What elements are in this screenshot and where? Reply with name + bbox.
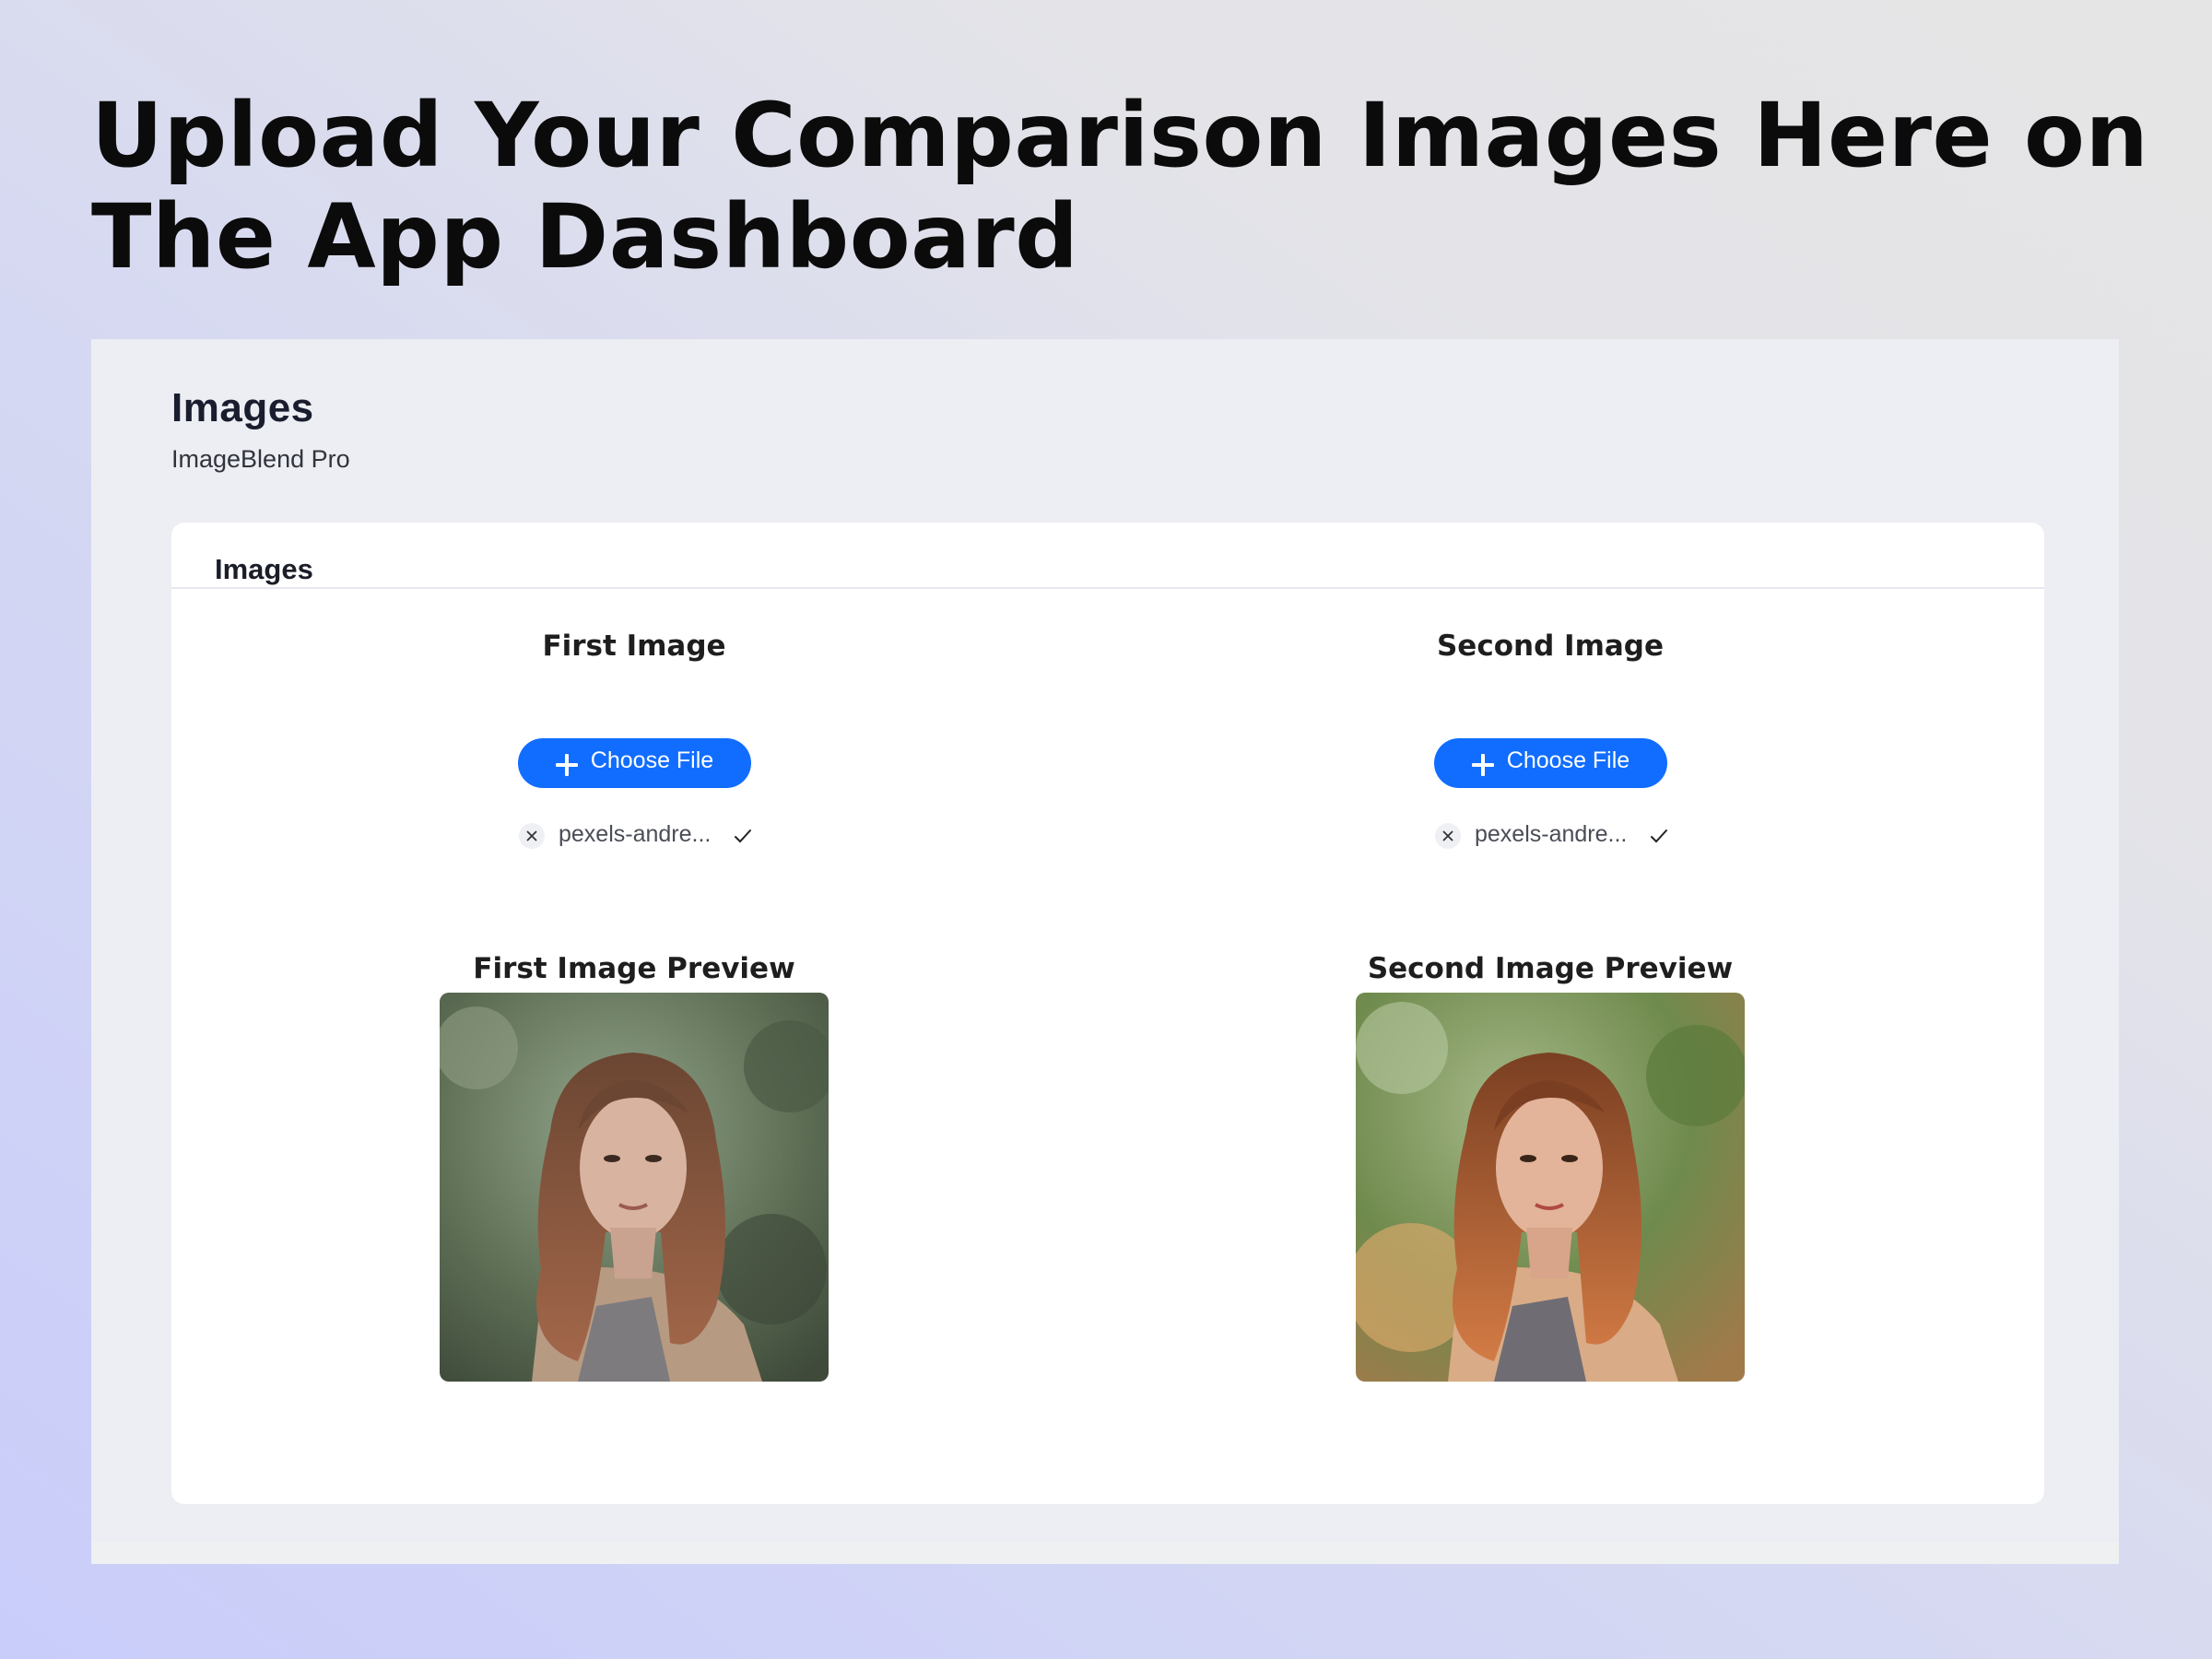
first-preview-heading: First Image Preview <box>473 952 795 985</box>
first-file-row: pexels-andre... <box>519 818 759 854</box>
second-filename: pexels-andre... <box>1475 821 1628 847</box>
second-file-row: pexels-andre... <box>1435 818 1675 854</box>
second-image-section: Second Image Choose File pexels-andre...… <box>1228 587 1873 1490</box>
page-subtitle: ImageBlend Pro <box>171 445 350 473</box>
second-image-heading: Second Image <box>1436 629 1665 663</box>
first-filename: pexels-andre... <box>559 821 712 847</box>
second-image-preview <box>1356 993 1745 1382</box>
first-image-heading: First Image <box>542 629 726 663</box>
page-title: Images <box>171 385 314 430</box>
card-header: Images <box>171 523 2044 589</box>
choose-file-label: Choose File <box>1506 747 1630 773</box>
close-icon[interactable] <box>1435 823 1461 849</box>
second-choose-file-button[interactable]: Choose File <box>1434 738 1667 788</box>
first-choose-file-button[interactable]: Choose File <box>518 738 751 788</box>
app-dashboard: Images ImageBlend Pro Images First Image… <box>91 339 2119 1564</box>
checkmark-icon <box>1651 830 1667 843</box>
first-image-section: First Image Choose File pexels-andre... … <box>312 587 957 1490</box>
choose-file-label: Choose File <box>590 747 714 773</box>
plus-icon <box>1471 754 1494 776</box>
checkmark-icon <box>735 830 751 843</box>
images-card: Images First Image Choose File pexels-an… <box>171 523 2044 1504</box>
card-title: Images <box>215 553 313 585</box>
plus-icon <box>555 754 578 776</box>
second-preview-heading: Second Image Preview <box>1367 952 1734 985</box>
first-image-preview <box>440 993 829 1382</box>
headline: Upload Your Comparison Images Here on Th… <box>91 84 2149 288</box>
close-icon[interactable] <box>519 823 545 849</box>
